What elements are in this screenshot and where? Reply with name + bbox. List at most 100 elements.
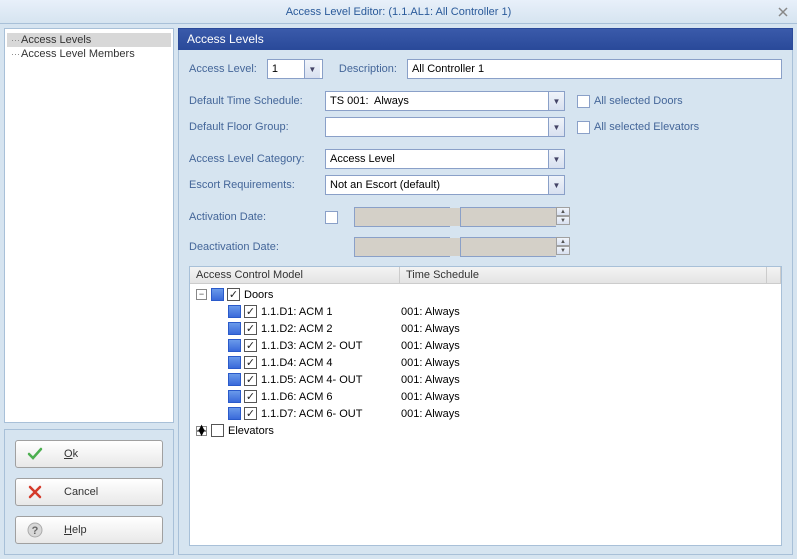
description-input[interactable]	[407, 59, 782, 79]
doors-label: Doors	[244, 289, 273, 301]
ok-button-label: Ok	[64, 448, 152, 460]
elevators-checkbox[interactable]	[211, 424, 224, 437]
elevators-label: Elevators	[228, 425, 274, 437]
door-checkbox[interactable]: ✓	[244, 339, 257, 352]
door-checkbox[interactable]: ✓	[244, 373, 257, 386]
help-icon: ?	[26, 521, 44, 539]
folder-icon	[211, 288, 224, 301]
door-icon	[228, 373, 241, 386]
nav-item-label: Access Level Members	[21, 48, 135, 60]
activation-time-input[interactable]	[460, 207, 556, 227]
category-input[interactable]	[326, 150, 548, 168]
door-schedule: 001: Always	[401, 391, 460, 403]
door-schedule: 001: Always	[401, 306, 460, 318]
door-label: 1.1.D3: ACM 2- OUT	[261, 340, 401, 352]
default-time-schedule-label: Default Time Schedule:	[189, 95, 319, 107]
door-label: 1.1.D4: ACM 4	[261, 357, 401, 369]
deactivation-time-spinner[interactable]: ▲ ▼	[556, 237, 570, 257]
chevron-down-icon[interactable]: ▼	[548, 150, 564, 168]
nav-item-access-level-members[interactable]: ⋯ Access Level Members	[7, 47, 171, 61]
deactivation-time-input[interactable]	[460, 237, 556, 257]
deactivation-date-combo[interactable]: ▼	[354, 237, 450, 257]
activation-date-combo[interactable]: ▼	[354, 207, 450, 227]
x-icon	[26, 483, 44, 501]
ok-button[interactable]: Ok	[15, 440, 163, 468]
all-selected-doors-checkbox-wrap[interactable]: All selected Doors	[577, 95, 683, 108]
door-icon	[228, 339, 241, 352]
doors-checkbox[interactable]: ✓	[227, 288, 240, 301]
door-checkbox[interactable]: ✓	[244, 390, 257, 403]
tree-header-schedule[interactable]: Time Schedule	[400, 267, 767, 283]
door-label: 1.1.D5: ACM 4- OUT	[261, 374, 401, 386]
spinner-up-icon[interactable]: ▲	[556, 207, 570, 216]
activation-date-label: Activation Date:	[189, 211, 319, 223]
escort-combo[interactable]: ▼	[325, 175, 565, 195]
description-label: Description:	[339, 63, 397, 75]
tree-dots-icon: ⋯	[11, 35, 19, 46]
titlebar: Access Level Editor: (1.1.AL1: All Contr…	[0, 0, 797, 24]
tree-panel: Access Control Model Time Schedule − ✓ Doo…	[189, 266, 782, 546]
spinner-down-icon[interactable]: ▼	[556, 246, 570, 255]
help-button-label: Help	[64, 524, 152, 536]
tree-header-blank	[767, 267, 781, 283]
door-icon	[228, 407, 241, 420]
default-time-schedule-input[interactable]	[326, 92, 548, 110]
access-level-input[interactable]	[268, 60, 304, 78]
tree-body[interactable]: −✓Doors✓1.1.D1: ACM 1001: Always✓1.1.D2:…	[190, 284, 781, 545]
chevron-down-icon[interactable]: ▼	[548, 176, 564, 194]
door-icon	[228, 322, 241, 335]
deactivation-date-label: Deactivation Date:	[189, 241, 319, 253]
tree-header: Access Control Model Time Schedule	[190, 267, 781, 284]
tree-sort-icon[interactable]: ▲▼	[196, 426, 207, 436]
cancel-button-label: Cancel	[64, 486, 152, 498]
check-icon	[26, 445, 44, 463]
activation-time-spinner[interactable]: ▲ ▼	[556, 207, 570, 227]
door-checkbox[interactable]: ✓	[244, 305, 257, 318]
panel-title: Access Levels	[178, 28, 793, 50]
close-icon[interactable]	[775, 4, 791, 20]
nav-panel: ⋯ Access Levels ⋯ Access Level Members	[4, 28, 174, 423]
all-selected-elevators-label: All selected Elevators	[594, 121, 699, 133]
category-label: Access Level Category:	[189, 153, 319, 165]
door-schedule: 001: Always	[401, 340, 460, 352]
door-checkbox[interactable]: ✓	[244, 322, 257, 335]
default-floor-group-input[interactable]	[326, 118, 548, 136]
door-schedule: 001: Always	[401, 323, 460, 335]
default-floor-group-label: Default Floor Group:	[189, 121, 319, 133]
help-button[interactable]: ? Help	[15, 516, 163, 544]
door-checkbox[interactable]: ✓	[244, 407, 257, 420]
nav-item-access-levels[interactable]: ⋯ Access Levels	[7, 33, 171, 47]
spinner-up-icon[interactable]: ▲	[556, 237, 570, 246]
tree-dots-icon: ⋯	[11, 49, 19, 60]
tree-collapse-icon[interactable]: −	[196, 289, 207, 300]
cancel-button[interactable]: Cancel	[15, 478, 163, 506]
chevron-down-icon[interactable]: ▼	[548, 118, 564, 136]
door-schedule: 001: Always	[401, 408, 460, 420]
all-selected-doors-checkbox[interactable]	[577, 95, 590, 108]
default-time-schedule-combo[interactable]: ▼	[325, 91, 565, 111]
default-floor-group-combo[interactable]: ▼	[325, 117, 565, 137]
all-selected-elevators-checkbox-wrap[interactable]: All selected Elevators	[577, 121, 699, 134]
door-icon	[228, 356, 241, 369]
activation-date-checkbox[interactable]	[325, 211, 338, 224]
access-level-label: Access Level:	[189, 63, 257, 75]
door-icon	[228, 305, 241, 318]
category-combo[interactable]: ▼	[325, 149, 565, 169]
nav-item-label: Access Levels	[21, 34, 91, 46]
access-level-combo[interactable]: ▼	[267, 59, 323, 79]
door-checkbox[interactable]: ✓	[244, 356, 257, 369]
tree-header-model[interactable]: Access Control Model	[190, 267, 400, 283]
svg-text:?: ?	[32, 525, 39, 537]
spinner-down-icon[interactable]: ▼	[556, 216, 570, 225]
escort-label: Escort Requirements:	[189, 179, 319, 191]
window-title: Access Level Editor: (1.1.AL1: All Contr…	[286, 6, 512, 18]
chevron-down-icon[interactable]: ▼	[548, 92, 564, 110]
all-selected-doors-label: All selected Doors	[594, 95, 683, 107]
door-label: 1.1.D1: ACM 1	[261, 306, 401, 318]
all-selected-elevators-checkbox[interactable]	[577, 121, 590, 134]
chevron-down-icon[interactable]: ▼	[304, 60, 320, 78]
button-panel: Ok Cancel ? Help	[4, 429, 174, 555]
escort-input[interactable]	[326, 176, 548, 194]
door-label: 1.1.D2: ACM 2	[261, 323, 401, 335]
door-schedule: 001: Always	[401, 374, 460, 386]
